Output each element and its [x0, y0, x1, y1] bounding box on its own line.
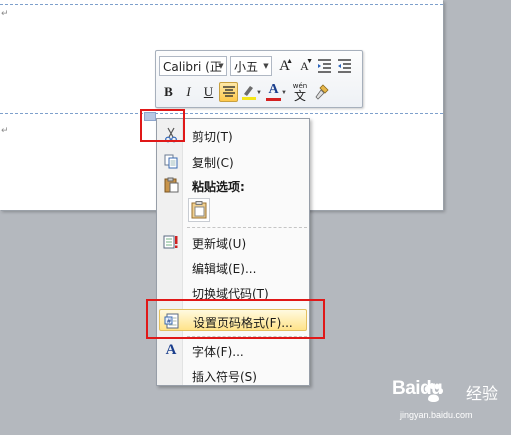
paragraph-mark: ↵ — [1, 9, 9, 19]
decrease-indent-icon — [318, 59, 331, 73]
watermark-brand-cn: 经验 — [466, 384, 499, 403]
header-boundary-line — [0, 4, 443, 5]
underline-button[interactable]: U — [199, 82, 218, 102]
chevron-down-icon[interactable]: ▼ — [256, 90, 262, 96]
italic-button[interactable]: I — [179, 82, 198, 102]
footer-boundary-line — [0, 113, 443, 114]
baidu-jingyan-watermark: Baidu 经验 jingyan.baidu.com — [392, 378, 507, 430]
chevron-down-icon[interactable]: ▼ — [216, 57, 226, 75]
annotation-box-format-page-numbers — [146, 299, 325, 339]
format-painter-button[interactable] — [312, 82, 331, 102]
font-color-swatch — [266, 98, 281, 101]
underline-icon: U — [203, 84, 214, 99]
font-icon: A — [165, 341, 177, 358]
bold-button[interactable]: B — [159, 82, 178, 102]
clipboard-icon — [163, 177, 179, 193]
menu-separator — [187, 227, 307, 228]
paw-logo-icon — [424, 383, 443, 402]
increase-indent-icon — [338, 59, 351, 73]
watermark-url: jingyan.baidu.com — [400, 410, 473, 420]
chevron-down-icon[interactable]: ▼ — [261, 57, 271, 75]
menu-item-label: 插入符号(S) — [192, 370, 257, 384]
menu-item-label: 复制(C) — [192, 156, 234, 170]
phonetic-guide-button[interactable]: wén 文 — [289, 82, 311, 102]
font-color-icon: A — [268, 82, 279, 97]
highlight-button[interactable]: ▼ — [239, 82, 262, 102]
menu-item-copy[interactable]: 复制(C) — [159, 150, 307, 172]
format-painter-icon — [314, 84, 329, 100]
decrease-indent-button[interactable] — [315, 56, 334, 76]
highlighter-icon — [241, 86, 256, 100]
menu-item-update-field[interactable]: 更新域(U) — [159, 231, 307, 253]
menu-section-label: 粘贴选项: — [192, 180, 245, 194]
font-size-value: 小五 — [234, 59, 259, 74]
bold-icon: B — [164, 84, 173, 99]
font-name-value: Calibri (正 — [163, 59, 222, 74]
increase-indent-button[interactable] — [335, 56, 354, 76]
annotation-box-page-number — [140, 109, 185, 142]
menu-item-label: 更新域(U) — [192, 237, 247, 251]
copy-icon — [163, 153, 179, 169]
menu-item-font[interactable]: A 字体(F)... — [159, 339, 307, 361]
font-size-combo[interactable]: 小五 ▼ — [230, 56, 272, 76]
paragraph-mark: ↵ — [1, 126, 9, 136]
font-color-button[interactable]: A ▼ — [264, 82, 287, 102]
center-align-button[interactable] — [219, 82, 238, 102]
update-field-icon — [163, 234, 179, 250]
menu-item-label: 编辑域(E)... — [192, 262, 257, 276]
chevron-down-icon[interactable]: ▼ — [281, 90, 287, 96]
grow-font-button[interactable]: A ▲ — [275, 56, 294, 76]
paste-icon — [191, 201, 207, 219]
mini-toolbar: Calibri (正 ▼ 小五 ▼ A ▲ A ▼ B I U ▼ A ▼ wé… — [155, 50, 363, 108]
center-align-icon — [222, 86, 235, 97]
menu-item-edit-field[interactable]: 编辑域(E)... — [159, 256, 307, 278]
italic-icon: I — [186, 84, 191, 99]
phonetic-guide-char: 文 — [293, 88, 306, 103]
menu-section-paste-options: 粘贴选项: — [159, 174, 307, 196]
paste-keep-text-only-button[interactable] — [188, 198, 210, 222]
menu-item-label: 字体(F)... — [192, 345, 244, 359]
menu-item-label: 剪切(T) — [192, 130, 233, 144]
menu-item-insert-symbol[interactable]: 插入符号(S) — [159, 364, 307, 386]
font-name-combo[interactable]: Calibri (正 ▼ — [159, 56, 227, 76]
context-menu: 剪切(T) 复制(C) 粘贴选项: 更新域(U) 编辑域(E)... 切换域代码… — [156, 118, 310, 386]
shrink-font-button[interactable]: A ▼ — [295, 56, 314, 76]
